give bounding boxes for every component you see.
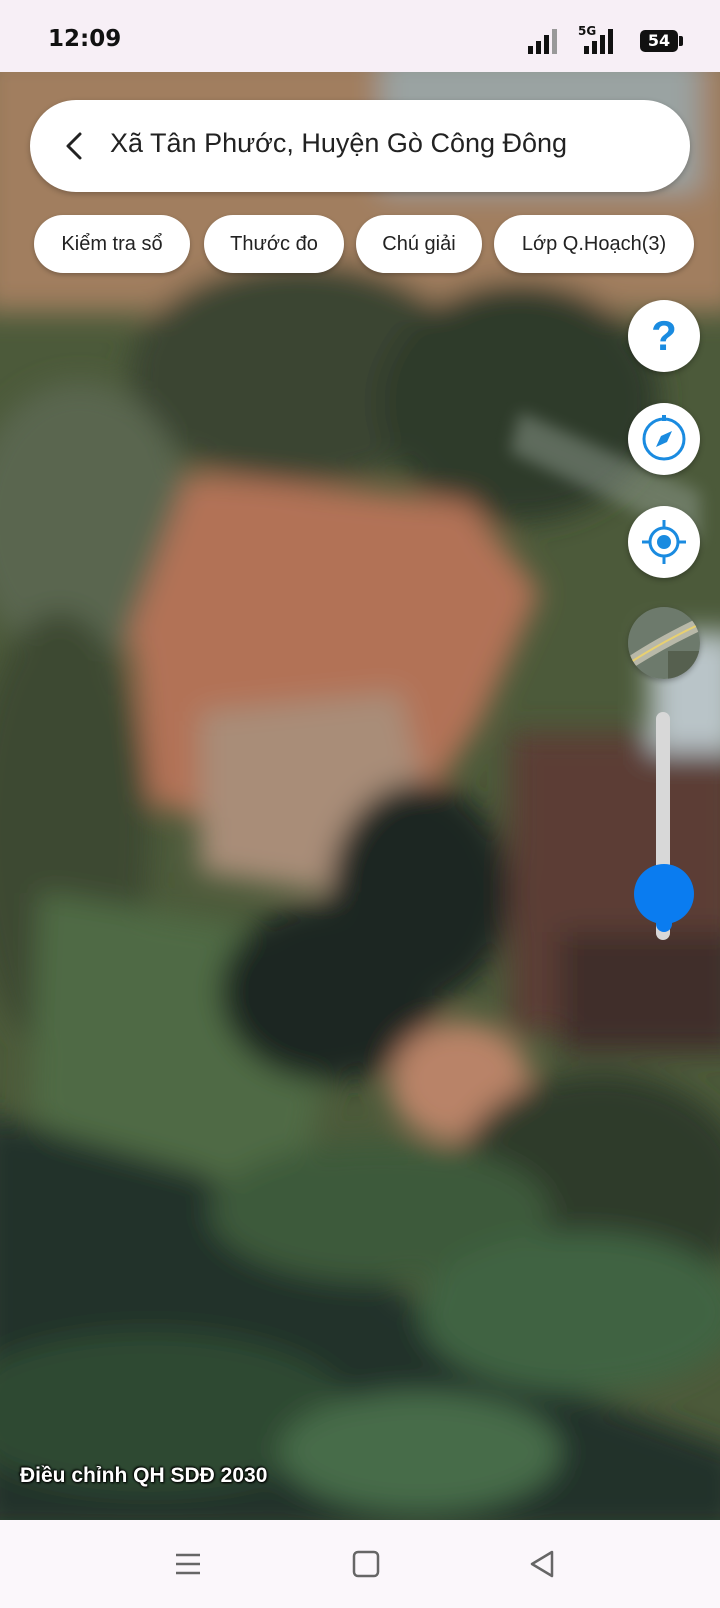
map-layer-thumbnail-icon <box>628 607 700 679</box>
svg-text:?: ? <box>651 312 677 359</box>
system-nav-bar <box>0 1520 720 1608</box>
opacity-slider-handle[interactable] <box>634 864 694 933</box>
clock: 12:09 <box>48 26 122 52</box>
locate-me-button[interactable] <box>628 506 700 578</box>
gps-locate-icon <box>642 520 686 564</box>
compass-icon <box>642 415 686 461</box>
status-bar: 12:09 5G 54 <box>0 0 720 72</box>
map-type-toggle[interactable] <box>628 607 700 679</box>
compass-button[interactable] <box>628 403 700 475</box>
planning-layers-button[interactable]: Lớp Q.Hoạch(3) <box>494 215 694 273</box>
legend-button[interactable]: Chú giải <box>356 215 482 273</box>
home-icon[interactable] <box>344 1542 388 1586</box>
location-title: Xã Tân Phước, Huyện Gò Công Đông <box>110 128 568 158</box>
planning-layer-label: Điều chỉnh QH SDĐ 2030 <box>20 1464 268 1487</box>
measure-button[interactable]: Thước đo <box>204 215 344 273</box>
help-button[interactable]: ? <box>628 300 700 372</box>
signal-5g-icon <box>584 29 613 54</box>
question-mark-icon: ? <box>651 312 677 359</box>
location-search-bar[interactable]: Xã Tân Phước, Huyện Gò Công Đông <box>30 100 690 192</box>
signal-icon <box>528 29 557 54</box>
check-title-button[interactable]: Kiểm tra sổ <box>34 215 190 273</box>
back-icon[interactable] <box>520 1542 564 1586</box>
satellite-imagery <box>0 72 720 1520</box>
back-arrow-icon[interactable] <box>52 122 100 170</box>
battery-indicator: 54 <box>640 30 683 52</box>
satellite-map[interactable] <box>0 72 720 1520</box>
recent-apps-icon[interactable] <box>166 1542 210 1586</box>
